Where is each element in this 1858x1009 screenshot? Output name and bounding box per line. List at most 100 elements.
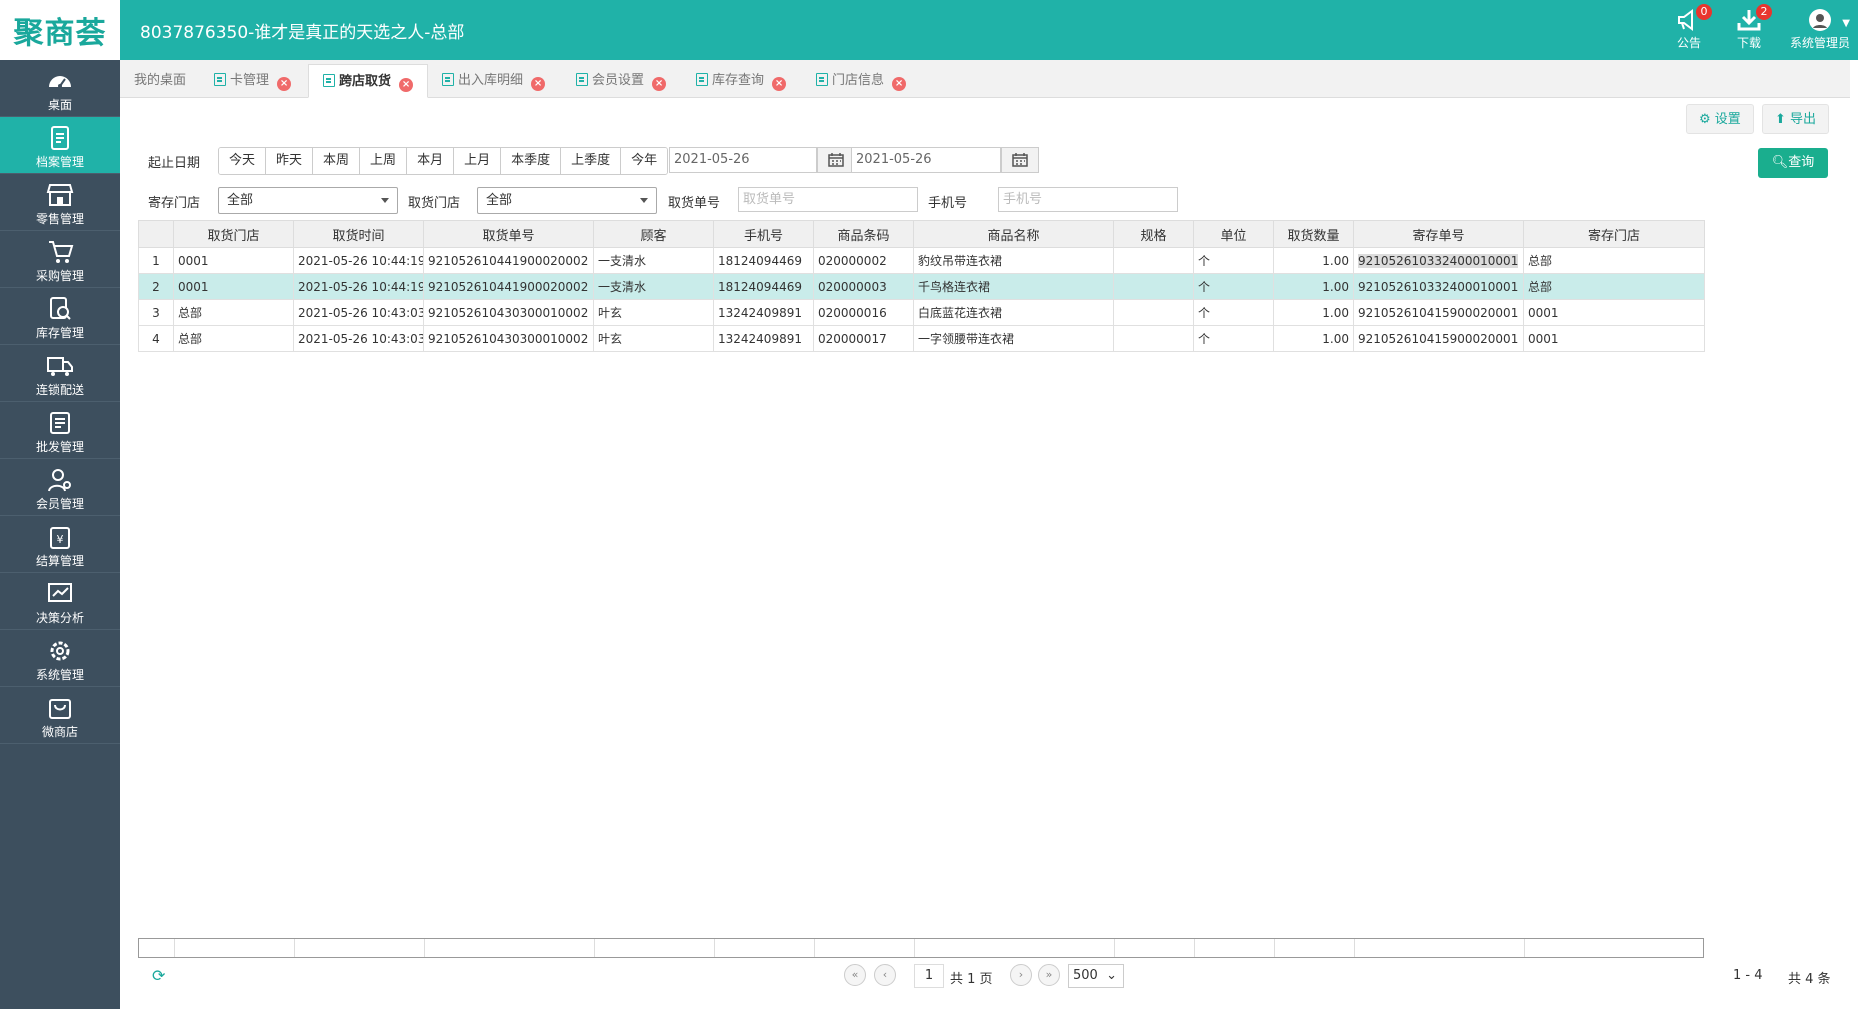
- sidebar-item-1[interactable]: 档案管理: [0, 117, 120, 174]
- date-yesterday-button[interactable]: 昨天: [266, 148, 314, 174]
- sidebar-item-7[interactable]: 会员管理: [0, 459, 120, 516]
- tab-cross-store-pickup[interactable]: 跨店取货 ×: [308, 64, 429, 98]
- refresh-icon[interactable]: ⟳: [152, 966, 165, 985]
- table-row[interactable]: 3 总部 2021-05-26 10:43:03 921052610430300010…: [138, 299, 1705, 326]
- summary-cell: [174, 939, 175, 957]
- column-header[interactable]: 单位: [1193, 220, 1274, 248]
- date-last-month-button[interactable]: 上月: [454, 148, 502, 174]
- download-icon: 2: [1736, 4, 1772, 32]
- close-icon[interactable]: ×: [277, 77, 292, 91]
- table-cell: 020000016: [813, 299, 914, 326]
- table-row[interactable]: 1 0001 2021-05-26 10:44:19 9210526104419000…: [138, 247, 1705, 274]
- sidebar-item-3[interactable]: 采购管理: [0, 231, 120, 288]
- page-number-input[interactable]: 1: [914, 964, 944, 988]
- tab-my-desktop[interactable]: 我的桌面: [120, 64, 200, 98]
- table-row[interactable]: 2 0001 2021-05-26 10:44:19 9210526104419000…: [138, 273, 1705, 300]
- date-this-month-button[interactable]: 本月: [407, 148, 455, 174]
- column-header[interactable]: 取货门店: [173, 220, 294, 248]
- table-cell: [1113, 325, 1194, 352]
- start-date-input[interactable]: 2021-05-26: [669, 147, 817, 173]
- tab-stock-in-out-detail[interactable]: 出入库明细 ×: [428, 64, 559, 98]
- settings-label: 设置: [1714, 112, 1741, 127]
- storage-store-select[interactable]: 全部: [218, 187, 398, 214]
- document-icon: [816, 73, 828, 86]
- export-label: 导出: [1790, 112, 1817, 127]
- sidebar: 桌面 档案管理 零售管理 采购管理 库存管理 连锁配送 批发管理 会员管理 ¥ 结算管理 决策分析系…: [0, 60, 120, 1009]
- column-header[interactable]: 取货数量: [1273, 220, 1354, 248]
- date-this-year-button[interactable]: 今年: [621, 148, 668, 174]
- download-button[interactable]: 2 下载: [1719, 4, 1779, 51]
- column-header[interactable]: 寄存门店: [1523, 220, 1705, 248]
- summary-cell: [914, 939, 915, 957]
- calendar-icon[interactable]: [1001, 147, 1039, 173]
- summary-cell: [1524, 939, 1525, 957]
- phone-input[interactable]: 手机号: [998, 187, 1178, 212]
- chevron-down-icon[interactable]: ▼: [1842, 18, 1850, 29]
- close-icon[interactable]: ×: [399, 78, 414, 92]
- purchase-icon: [46, 239, 74, 265]
- sidebar-item-8[interactable]: ¥ 结算管理: [0, 516, 120, 573]
- settings-button[interactable]: ⚙ 设置: [1686, 104, 1754, 134]
- sidebar-item-6[interactable]: 批发管理: [0, 402, 120, 459]
- date-this-quarter-button[interactable]: 本季度: [501, 148, 562, 174]
- logo: 聚商荟: [0, 0, 120, 60]
- last-page-button[interactable]: »: [1038, 964, 1060, 986]
- tab-label: 会员设置: [592, 73, 645, 88]
- pickup-store-select[interactable]: 全部: [477, 187, 657, 214]
- next-page-button[interactable]: ›: [1010, 964, 1032, 986]
- first-page-button[interactable]: «: [844, 964, 866, 986]
- record-range: 1 - 4: [1733, 968, 1763, 983]
- column-header[interactable]: 取货时间: [293, 220, 424, 248]
- column-header[interactable]: 顾客: [593, 220, 714, 248]
- column-header[interactable]: 商品名称: [913, 220, 1114, 248]
- sidebar-item-11[interactable]: 微商店: [0, 687, 120, 744]
- query-button[interactable]: 🔍︎查询: [1758, 148, 1828, 178]
- date-last-quarter-button[interactable]: 上季度: [561, 148, 622, 174]
- column-header[interactable]: 寄存单号: [1353, 220, 1524, 248]
- date-this-week-button[interactable]: 本周: [313, 148, 361, 174]
- summary-cell: [1354, 939, 1355, 957]
- table-cell: 一字领腰带连衣裙: [913, 325, 1114, 352]
- sidebar-item-9[interactable]: 决策分析: [0, 573, 120, 630]
- table-cell: 叶玄: [593, 299, 714, 326]
- export-button[interactable]: ⬆ 导出: [1762, 104, 1830, 134]
- tab-inventory-query[interactable]: 库存查询 ×: [682, 64, 800, 98]
- table-cell: 921052610415900020001: [1353, 325, 1524, 352]
- sidebar-item-4[interactable]: 库存管理: [0, 288, 120, 345]
- sidebar-item-10[interactable]: 系统管理: [0, 630, 120, 687]
- close-icon[interactable]: ×: [652, 77, 667, 91]
- close-icon[interactable]: ×: [772, 77, 787, 91]
- sidebar-item-2[interactable]: 零售管理: [0, 174, 120, 231]
- tab-member-settings[interactable]: 会员设置 ×: [562, 64, 680, 98]
- pickup-no-input[interactable]: 取货单号: [738, 187, 918, 212]
- truck-icon: [46, 353, 74, 379]
- calendar-icon[interactable]: [817, 147, 855, 173]
- date-last-week-button[interactable]: 上周: [360, 148, 408, 174]
- user-menu[interactable]: 系统管理员: [1785, 8, 1855, 51]
- column-header[interactable]: 手机号: [713, 220, 814, 248]
- tab-store-info[interactable]: 门店信息 ×: [802, 64, 920, 98]
- sidebar-item-0[interactable]: 桌面: [0, 60, 120, 117]
- sidebar-item-5[interactable]: 连锁配送: [0, 345, 120, 402]
- storage-store-label: 寄存门店: [148, 196, 201, 211]
- column-header[interactable]: [138, 220, 174, 248]
- column-header[interactable]: 取货单号: [423, 220, 594, 248]
- column-header[interactable]: 规格: [1113, 220, 1194, 248]
- prev-page-button[interactable]: ‹: [874, 964, 896, 986]
- tab-card-management[interactable]: 卡管理 ×: [200, 64, 305, 98]
- gear-icon: [46, 638, 74, 664]
- close-icon[interactable]: ×: [531, 77, 546, 91]
- sidebar-item-label: 结算管理: [35, 554, 84, 568]
- table-row[interactable]: 4 总部 2021-05-26 10:43:03 921052610430300010…: [138, 325, 1705, 352]
- table-cell: 921052610332400010001: [1353, 273, 1524, 300]
- table-cell: 921052610430300010002: [423, 299, 594, 326]
- end-date-input[interactable]: 2021-05-26: [851, 147, 1001, 173]
- close-icon[interactable]: ×: [892, 77, 907, 91]
- store-icon: [46, 182, 74, 208]
- table-cell: 豹纹吊带连衣裙: [913, 247, 1114, 274]
- table-cell: 2021-05-26 10:44:19: [293, 273, 424, 300]
- page-size-select[interactable]: 500 ⌄: [1068, 964, 1124, 988]
- column-header[interactable]: 商品条码: [813, 220, 914, 248]
- date-today-button[interactable]: 今天: [219, 148, 267, 174]
- notice-button[interactable]: 0 公告: [1659, 4, 1719, 51]
